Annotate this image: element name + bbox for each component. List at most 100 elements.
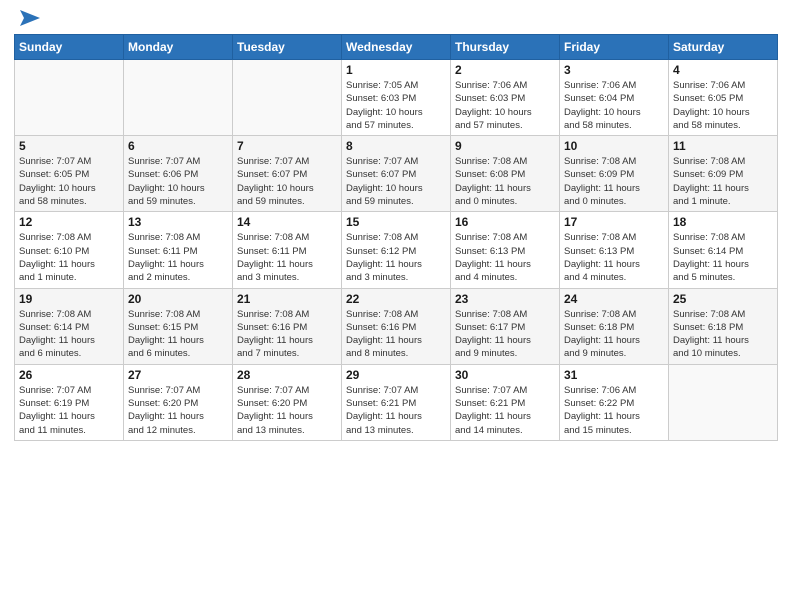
calendar-cell: 4Sunrise: 7:06 AM Sunset: 6:05 PM Daylig… (669, 60, 778, 136)
calendar-cell: 27 Sunrise: 7:07 AM Sunset: 6:20 PM Dayli… (124, 364, 233, 440)
calendar-week-row: 26Sunrise: 7:07 AM Sunset: 6:19 PM Dayli… (15, 364, 778, 440)
calendar-cell: 5 Sunrise: 7:07 AM Sunset: 6:05 PM Daylig… (15, 136, 124, 212)
calendar-cell: 21 Sunrise: 7:08 AM Sunset: 6:16 PM Dayli… (233, 288, 342, 364)
calendar-cell: 14 Sunrise: 7:08 AM Sunset: 6:11 PM Dayli… (233, 212, 342, 288)
day-info: Sunrise: 7:08 AM Sunset: 6:08 PM Dayligh… (455, 155, 555, 208)
calendar-week-row: 5 Sunrise: 7:07 AM Sunset: 6:05 PM Daylig… (15, 136, 778, 212)
calendar-cell: 7 Sunrise: 7:07 AM Sunset: 6:07 PM Daylig… (233, 136, 342, 212)
calendar-cell: 30 Sunrise: 7:07 AM Sunset: 6:21 PM Dayli… (451, 364, 560, 440)
day-number: 7 (237, 139, 337, 153)
day-number: 31 (564, 368, 664, 382)
day-number: 19 (19, 292, 119, 306)
day-info: Sunrise: 7:08 AM Sunset: 6:11 PM Dayligh… (128, 231, 228, 284)
calendar-cell: 9 Sunrise: 7:08 AM Sunset: 6:08 PM Daylig… (451, 136, 560, 212)
day-info: Sunrise: 7:08 AM Sunset: 6:18 PM Dayligh… (673, 308, 773, 361)
day-info: Sunrise: 7:06 AM Sunset: 6:04 PM Dayligh… (564, 79, 664, 132)
weekday-header: Friday (560, 35, 669, 60)
day-number: 17 (564, 215, 664, 229)
day-number: 2 (455, 63, 555, 77)
day-number: 12 (19, 215, 119, 229)
calendar-cell: 31 Sunrise: 7:06 AM Sunset: 6:22 PM Dayli… (560, 364, 669, 440)
day-number: 20 (128, 292, 228, 306)
calendar-cell (233, 60, 342, 136)
day-info: Sunrise: 7:08 AM Sunset: 6:14 PM Dayligh… (19, 308, 119, 361)
calendar-cell: 29 Sunrise: 7:07 AM Sunset: 6:21 PM Dayli… (342, 364, 451, 440)
day-number: 3 (564, 63, 664, 77)
logo (14, 10, 44, 26)
day-info: Sunrise: 7:08 AM Sunset: 6:11 PM Dayligh… (237, 231, 337, 284)
calendar-cell: 8 Sunrise: 7:07 AM Sunset: 6:07 PM Daylig… (342, 136, 451, 212)
calendar-cell (15, 60, 124, 136)
day-info: Sunrise: 7:06 AM Sunset: 6:05 PM Dayligh… (673, 79, 773, 132)
weekday-header: Thursday (451, 35, 560, 60)
weekday-header: Sunday (15, 35, 124, 60)
day-info: Sunrise: 7:08 AM Sunset: 6:17 PM Dayligh… (455, 308, 555, 361)
calendar-cell: 11Sunrise: 7:08 AM Sunset: 6:09 PM Dayli… (669, 136, 778, 212)
calendar-cell: 24Sunrise: 7:08 AM Sunset: 6:18 PM Dayli… (560, 288, 669, 364)
weekday-header-row: SundayMondayTuesdayWednesdayThursdayFrid… (15, 35, 778, 60)
calendar-cell: 16Sunrise: 7:08 AM Sunset: 6:13 PM Dayli… (451, 212, 560, 288)
day-info: Sunrise: 7:06 AM Sunset: 6:22 PM Dayligh… (564, 384, 664, 437)
weekday-header: Monday (124, 35, 233, 60)
day-info: Sunrise: 7:07 AM Sunset: 6:20 PM Dayligh… (237, 384, 337, 437)
calendar-week-row: 12 Sunrise: 7:08 AM Sunset: 6:10 PM Dayli… (15, 212, 778, 288)
weekday-header: Tuesday (233, 35, 342, 60)
calendar-cell: 3 Sunrise: 7:06 AM Sunset: 6:04 PM Daylig… (560, 60, 669, 136)
day-info: Sunrise: 7:07 AM Sunset: 6:19 PM Dayligh… (19, 384, 119, 437)
calendar-cell: 2 Sunrise: 7:06 AM Sunset: 6:03 PM Daylig… (451, 60, 560, 136)
day-info: Sunrise: 7:08 AM Sunset: 6:09 PM Dayligh… (564, 155, 664, 208)
weekday-header: Saturday (669, 35, 778, 60)
calendar-cell (124, 60, 233, 136)
day-number: 21 (237, 292, 337, 306)
day-number: 18 (673, 215, 773, 229)
day-number: 29 (346, 368, 446, 382)
calendar-cell: 15 Sunrise: 7:08 AM Sunset: 6:12 PM Dayli… (342, 212, 451, 288)
calendar-cell: 12 Sunrise: 7:08 AM Sunset: 6:10 PM Dayli… (15, 212, 124, 288)
calendar-cell: 10 Sunrise: 7:08 AM Sunset: 6:09 PM Dayli… (560, 136, 669, 212)
day-info: Sunrise: 7:08 AM Sunset: 6:13 PM Dayligh… (564, 231, 664, 284)
header (14, 10, 778, 26)
calendar-cell: 17 Sunrise: 7:08 AM Sunset: 6:13 PM Dayli… (560, 212, 669, 288)
day-number: 13 (128, 215, 228, 229)
calendar-table: SundayMondayTuesdayWednesdayThursdayFrid… (14, 34, 778, 441)
day-info: Sunrise: 7:07 AM Sunset: 6:07 PM Dayligh… (237, 155, 337, 208)
day-number: 30 (455, 368, 555, 382)
calendar-cell: 19 Sunrise: 7:08 AM Sunset: 6:14 PM Dayli… (15, 288, 124, 364)
day-number: 27 (128, 368, 228, 382)
day-number: 28 (237, 368, 337, 382)
day-info: Sunrise: 7:08 AM Sunset: 6:15 PM Dayligh… (128, 308, 228, 361)
day-info: Sunrise: 7:07 AM Sunset: 6:07 PM Dayligh… (346, 155, 446, 208)
day-info: Sunrise: 7:08 AM Sunset: 6:18 PM Dayligh… (564, 308, 664, 361)
day-info: Sunrise: 7:06 AM Sunset: 6:03 PM Dayligh… (455, 79, 555, 132)
day-number: 15 (346, 215, 446, 229)
calendar-cell: 13 Sunrise: 7:08 AM Sunset: 6:11 PM Dayli… (124, 212, 233, 288)
day-info: Sunrise: 7:08 AM Sunset: 6:16 PM Dayligh… (237, 308, 337, 361)
day-number: 22 (346, 292, 446, 306)
calendar-cell: 26Sunrise: 7:07 AM Sunset: 6:19 PM Dayli… (15, 364, 124, 440)
day-info: Sunrise: 7:08 AM Sunset: 6:14 PM Dayligh… (673, 231, 773, 284)
day-info: Sunrise: 7:08 AM Sunset: 6:13 PM Dayligh… (455, 231, 555, 284)
calendar-cell (669, 364, 778, 440)
day-number: 11 (673, 139, 773, 153)
calendar-cell: 22 Sunrise: 7:08 AM Sunset: 6:16 PM Dayli… (342, 288, 451, 364)
day-info: Sunrise: 7:07 AM Sunset: 6:20 PM Dayligh… (128, 384, 228, 437)
day-number: 10 (564, 139, 664, 153)
day-info: Sunrise: 7:07 AM Sunset: 6:21 PM Dayligh… (455, 384, 555, 437)
day-number: 8 (346, 139, 446, 153)
day-number: 14 (237, 215, 337, 229)
calendar-cell: 23Sunrise: 7:08 AM Sunset: 6:17 PM Dayli… (451, 288, 560, 364)
day-number: 9 (455, 139, 555, 153)
weekday-header: Wednesday (342, 35, 451, 60)
day-info: Sunrise: 7:08 AM Sunset: 6:16 PM Dayligh… (346, 308, 446, 361)
day-number: 6 (128, 139, 228, 153)
day-number: 25 (673, 292, 773, 306)
day-number: 5 (19, 139, 119, 153)
calendar-cell: 18 Sunrise: 7:08 AM Sunset: 6:14 PM Dayli… (669, 212, 778, 288)
logo-icon (16, 8, 44, 30)
day-info: Sunrise: 7:08 AM Sunset: 6:12 PM Dayligh… (346, 231, 446, 284)
day-info: Sunrise: 7:08 AM Sunset: 6:10 PM Dayligh… (19, 231, 119, 284)
day-number: 1 (346, 63, 446, 77)
day-info: Sunrise: 7:07 AM Sunset: 6:21 PM Dayligh… (346, 384, 446, 437)
day-info: Sunrise: 7:07 AM Sunset: 6:05 PM Dayligh… (19, 155, 119, 208)
day-info: Sunrise: 7:05 AM Sunset: 6:03 PM Dayligh… (346, 79, 446, 132)
